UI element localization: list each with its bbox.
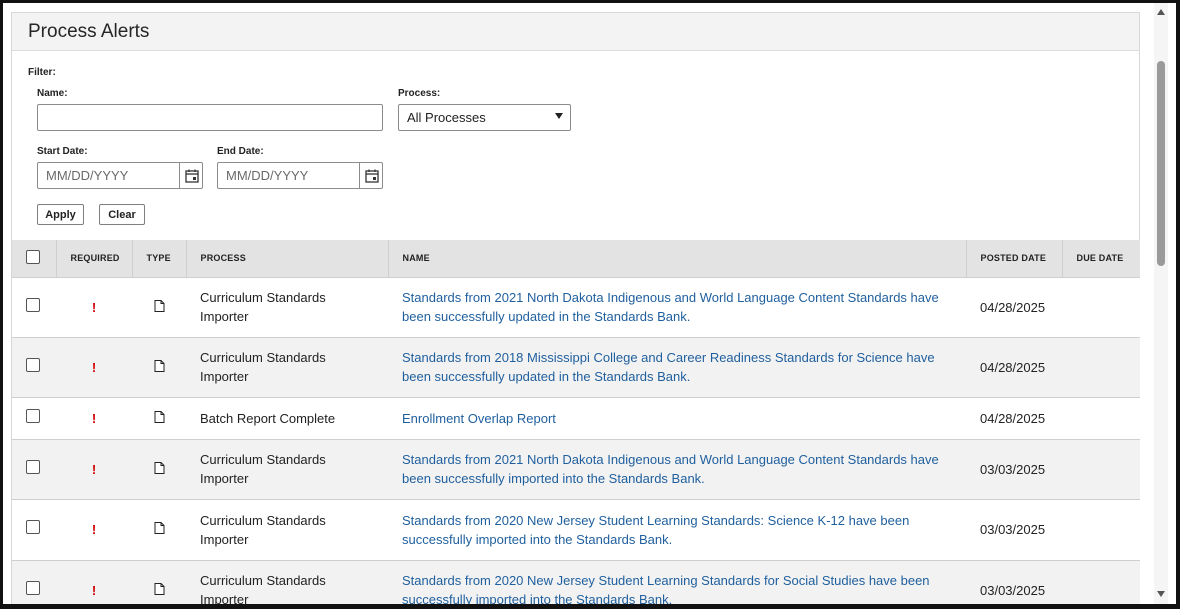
alert-name-link[interactable]: Standards from 2020 New Jersey Student L… <box>402 513 909 547</box>
alert-name-link[interactable]: Standards from 2020 New Jersey Student L… <box>402 573 930 604</box>
document-icon <box>154 582 164 595</box>
type-cell <box>132 439 186 500</box>
process-cell: Curriculum Standards Importer <box>186 560 388 604</box>
required-icon: ! <box>56 560 132 604</box>
row-checkbox[interactable] <box>26 580 40 595</box>
header-required[interactable]: REQUIRED <box>56 240 133 278</box>
table-row: ! Batch Report Complete Enrollment Overl… <box>12 397 1140 440</box>
alert-name-link[interactable]: Enrollment Overlap Report <box>402 411 556 426</box>
row-select-cell <box>12 439 56 500</box>
row-select-cell <box>12 499 56 561</box>
document-icon <box>154 359 164 372</box>
name-cell: Standards from 2021 North Dakota Indigen… <box>388 277 966 338</box>
row-checkbox[interactable] <box>26 357 40 372</box>
process-cell: Curriculum Standards Importer <box>186 499 388 561</box>
row-select-cell <box>12 337 56 398</box>
row-checkbox[interactable] <box>26 408 40 423</box>
start-date-calendar-icon[interactable] <box>179 162 203 189</box>
required-icon: ! <box>56 397 132 440</box>
end-date-label: End Date: <box>217 146 264 157</box>
type-cell <box>132 499 186 561</box>
header-posted-date[interactable]: POSTED DATE <box>966 240 1063 278</box>
process-label: Process: <box>398 88 441 99</box>
type-cell <box>132 560 186 604</box>
required-icon: ! <box>56 499 132 561</box>
vertical-scrollbar[interactable] <box>1154 3 1168 604</box>
process-cell: Curriculum Standards Importer <box>186 277 388 338</box>
row-select-cell <box>12 560 56 604</box>
due-date-cell <box>1062 439 1140 500</box>
scrollbar-thumb[interactable] <box>1157 61 1165 266</box>
dropdown-caret-icon <box>555 113 563 119</box>
process-selected-value: All Processes <box>407 110 486 125</box>
row-checkbox[interactable] <box>26 520 40 534</box>
row-select-cell <box>12 277 56 338</box>
select-all-checkbox[interactable] <box>26 250 40 265</box>
panel-header: Process Alerts <box>12 13 1139 51</box>
due-date-cell <box>1062 499 1140 561</box>
row-checkbox[interactable] <box>26 459 40 474</box>
name-input[interactable] <box>37 104 383 131</box>
alerts-table: REQUIRED TYPE PROCESS NAME POSTED DATE D… <box>12 240 1140 604</box>
required-icon: ! <box>56 337 132 398</box>
process-alerts-panel: Process Alerts Filter: Name: Process: Al… <box>11 12 1140 604</box>
due-date-cell <box>1062 397 1140 440</box>
type-cell <box>132 277 186 338</box>
scroll-up-arrow-icon[interactable] <box>1157 9 1165 15</box>
name-cell: Standards from 2020 New Jersey Student L… <box>388 560 966 604</box>
table-row: ! Curriculum Standards Importer Standard… <box>12 499 1140 561</box>
posted-date-cell: 03/03/2025 <box>966 439 1062 500</box>
posted-date-cell: 03/03/2025 <box>966 560 1062 604</box>
window-frame: Process Alerts Filter: Name: Process: Al… <box>0 0 1180 609</box>
alert-name-link[interactable]: Standards from 2021 North Dakota Indigen… <box>402 452 939 486</box>
required-icon: ! <box>56 277 132 338</box>
filter-section: Filter: Name: Process: All Processes Sta… <box>12 51 1139 240</box>
page-title: Process Alerts <box>28 20 150 42</box>
header-due-date[interactable]: DUE DATE <box>1062 240 1140 278</box>
posted-date-cell: 03/03/2025 <box>966 499 1062 561</box>
table-header-row: REQUIRED TYPE PROCESS NAME POSTED DATE D… <box>12 240 1140 278</box>
end-date-calendar-icon[interactable] <box>359 162 383 189</box>
start-date-label: Start Date: <box>37 146 88 157</box>
table-row: ! Curriculum Standards Importer Standard… <box>12 439 1140 500</box>
apply-button[interactable]: Apply <box>37 204 84 225</box>
due-date-cell <box>1062 277 1140 338</box>
due-date-cell <box>1062 560 1140 604</box>
alert-name-link[interactable]: Standards from 2021 North Dakota Indigen… <box>402 290 939 324</box>
filter-label: Filter: <box>28 67 56 78</box>
posted-date-cell: 04/28/2025 <box>966 277 1062 338</box>
document-icon <box>154 299 164 312</box>
header-name[interactable]: NAME <box>388 240 967 278</box>
due-date-cell <box>1062 337 1140 398</box>
posted-date-cell: 04/28/2025 <box>966 337 1062 398</box>
process-select[interactable]: All Processes <box>398 104 571 131</box>
name-cell: Standards from 2021 North Dakota Indigen… <box>388 439 966 500</box>
row-checkbox[interactable] <box>26 297 40 312</box>
select-all-cell <box>12 240 57 278</box>
document-icon <box>154 410 164 423</box>
clear-button[interactable]: Clear <box>99 204 145 225</box>
type-cell <box>132 337 186 398</box>
name-cell: Standards from 2020 New Jersey Student L… <box>388 499 966 561</box>
table-row: ! Curriculum Standards Importer Standard… <box>12 337 1140 398</box>
process-cell: Curriculum Standards Importer <box>186 439 388 500</box>
type-cell <box>132 397 186 440</box>
table-row: ! Curriculum Standards Importer Standard… <box>12 560 1140 604</box>
table-row: ! Curriculum Standards Importer Standard… <box>12 277 1140 338</box>
alert-name-link[interactable]: Standards from 2018 Mississippi College … <box>402 350 935 384</box>
name-cell: Standards from 2018 Mississippi College … <box>388 337 966 398</box>
process-cell: Batch Report Complete <box>186 397 388 440</box>
document-icon <box>154 461 164 474</box>
scroll-down-arrow-icon[interactable] <box>1157 591 1165 597</box>
document-icon <box>154 522 164 534</box>
header-type[interactable]: TYPE <box>132 240 187 278</box>
name-cell: Enrollment Overlap Report <box>388 397 966 440</box>
posted-date-cell: 04/28/2025 <box>966 397 1062 440</box>
process-cell: Curriculum Standards Importer <box>186 337 388 398</box>
row-select-cell <box>12 397 56 440</box>
name-label: Name: <box>37 88 68 99</box>
header-process[interactable]: PROCESS <box>186 240 389 278</box>
required-icon: ! <box>56 439 132 500</box>
